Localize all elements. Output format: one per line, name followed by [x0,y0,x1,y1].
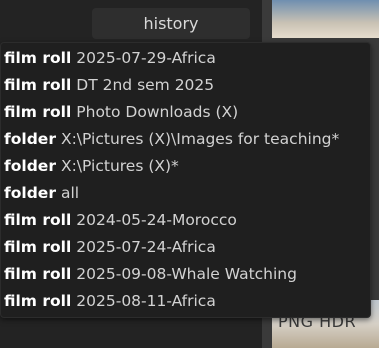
history-item-path: X:\Pictures (X)* [60,157,179,175]
history-item[interactable]: folder X:\Pictures (X)* [4,154,179,178]
history-button-label: history [143,14,199,33]
history-popup: film roll 2025-07-29-Africa film roll DT 2… [0,42,371,318]
history-item[interactable]: film roll DT 2nd sem 2025 [4,73,214,97]
history-item-type: film roll [4,211,72,229]
history-item-path: X:\Pictures (X)\Images for teaching* [60,130,340,148]
history-item-path: 2025-08-11-Africa [76,292,216,310]
thumbnail-image[interactable] [272,0,379,38]
history-item-path: 2024-05-24-Morocco [76,211,237,229]
history-item[interactable]: film roll 2025-07-24-Africa [4,235,216,259]
history-item-type: film roll [4,292,72,310]
history-item-type: film roll [4,238,72,256]
history-item-path: Photo Downloads (X) [76,103,239,121]
history-item-type: film roll [4,49,72,67]
history-item-type: film roll [4,103,72,121]
history-item-path: 2025-07-29-Africa [76,49,216,67]
history-item-path: all [60,184,80,202]
history-item[interactable]: film roll 2024-05-24-Morocco [4,208,237,232]
history-button[interactable]: history [92,8,250,39]
history-item[interactable]: film roll 2025-09-08-Whale Watching [4,262,297,286]
history-item-type: film roll [4,76,72,94]
history-item[interactable]: film roll 2025-07-29-Africa [4,46,216,70]
history-item-path: 2025-07-24-Africa [76,238,216,256]
history-item-type: folder [4,130,56,148]
history-item[interactable]: film roll Photo Downloads (X) [4,100,238,124]
history-item[interactable]: folder all [4,181,79,205]
history-item[interactable]: folder X:\Pictures (X)\Images for teachin… [4,127,339,151]
history-item-path: 2025-09-08-Whale Watching [76,265,297,283]
history-item-path: DT 2nd sem 2025 [76,76,215,94]
history-item-type: folder [4,184,56,202]
history-item[interactable]: film roll 2025-08-11-Africa [4,289,216,313]
history-item-type: folder [4,157,56,175]
history-item-type: film roll [4,265,72,283]
